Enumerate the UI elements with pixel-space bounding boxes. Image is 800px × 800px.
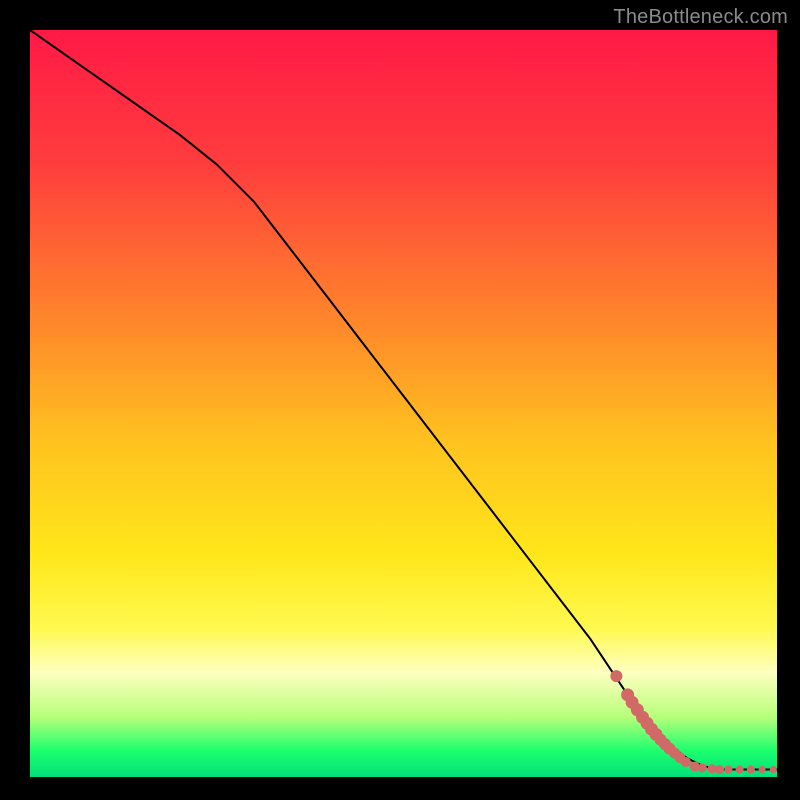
data-point bbox=[611, 671, 622, 682]
data-point bbox=[698, 764, 706, 772]
data-point bbox=[759, 767, 765, 773]
data-point bbox=[715, 766, 723, 774]
data-point bbox=[747, 766, 754, 773]
data-point bbox=[770, 767, 776, 773]
plot-area bbox=[30, 30, 777, 777]
gradient-background bbox=[30, 30, 777, 777]
data-point bbox=[725, 766, 732, 773]
data-point bbox=[690, 762, 699, 771]
data-point bbox=[681, 758, 690, 767]
data-point bbox=[736, 766, 743, 773]
chart-svg bbox=[30, 30, 777, 777]
data-point bbox=[708, 765, 716, 773]
chart-stage: TheBottleneck.com bbox=[0, 0, 800, 800]
watermark-text: TheBottleneck.com bbox=[613, 6, 788, 29]
